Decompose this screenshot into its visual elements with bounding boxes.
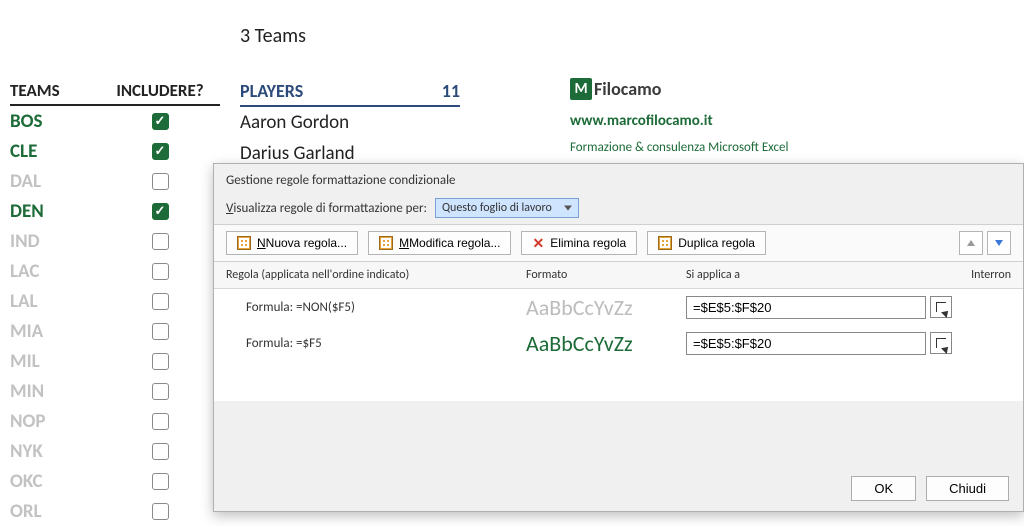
branding: M Filocamo www.marcofilocamo.it Formazio…	[570, 78, 788, 155]
ok-button[interactable]: OK	[851, 476, 916, 501]
team-name: BOS	[10, 110, 100, 133]
include-checkbox[interactable]	[152, 503, 169, 520]
include-checkbox[interactable]	[152, 113, 169, 130]
grid-icon	[237, 236, 251, 250]
range-picker-button[interactable]	[930, 332, 952, 354]
rule-formula: Formula: =$F5	[226, 336, 526, 351]
team-row: IND	[10, 226, 220, 256]
grid-icon	[658, 236, 672, 250]
rule-row[interactable]: Formula: =$F5AaBbCcYvZz	[214, 325, 1023, 361]
team-name: CLE	[10, 140, 100, 163]
chevron-down-icon	[995, 240, 1003, 246]
col-stop: Interron	[955, 268, 1011, 282]
rule-format-preview: AaBbCcYvZz	[526, 330, 686, 357]
new-rule-button[interactable]: NNuova regola...	[226, 231, 358, 255]
edit-rule-button[interactable]: MModifica regola...	[368, 231, 511, 255]
team-row: MIA	[10, 316, 220, 346]
range-picker-button[interactable]	[930, 296, 952, 318]
team-row: ORL	[10, 496, 220, 526]
team-name: IND	[10, 230, 100, 253]
show-rules-for-label: Visualizza regole di formattazione per:	[226, 201, 427, 216]
rule-format-preview: AaBbCcYvZz	[526, 294, 686, 321]
include-checkbox[interactable]	[152, 413, 169, 430]
team-name: DEN	[10, 200, 100, 223]
rules-list: Formula: =NON($F5)AaBbCcYvZzFormula: =$F…	[214, 289, 1023, 401]
x-icon: ✕	[532, 236, 544, 250]
move-down-button[interactable]	[987, 231, 1011, 255]
team-name: LAC	[10, 260, 100, 283]
team-row: LAL	[10, 286, 220, 316]
include-checkbox[interactable]	[152, 293, 169, 310]
include-checkbox[interactable]	[152, 173, 169, 190]
brand-url[interactable]: www.marcofilocamo.it	[570, 112, 788, 130]
team-row: MIN	[10, 376, 220, 406]
team-row: DEN	[10, 196, 220, 226]
grid-icon	[379, 236, 393, 250]
player-row: Aaron Gordon	[240, 107, 460, 138]
team-row: CLE	[10, 136, 220, 166]
teams-header: TEAMS	[10, 80, 100, 101]
applies-to-input[interactable]	[686, 332, 926, 355]
col-format: Formato	[526, 268, 686, 282]
logo-text: Filocamo	[594, 78, 661, 100]
include-checkbox[interactable]	[152, 383, 169, 400]
chevron-up-icon	[967, 240, 975, 246]
team-name: MIA	[10, 320, 100, 343]
cf-rules-dialog: Gestione regole formattazione condiziona…	[213, 163, 1024, 512]
team-name: MIN	[10, 380, 100, 403]
team-row: MIL	[10, 346, 220, 376]
include-checkbox[interactable]	[152, 143, 169, 160]
range-picker-icon	[936, 338, 946, 348]
scope-select[interactable]: Questo foglio di lavoro	[435, 198, 579, 218]
include-checkbox[interactable]	[152, 443, 169, 460]
duplicate-rule-button[interactable]: Duplica regola	[647, 231, 766, 255]
include-header: INCLUDERE?	[100, 80, 220, 101]
team-row: NYK	[10, 436, 220, 466]
team-name: NOP	[10, 410, 100, 433]
team-name: LAL	[10, 290, 100, 313]
logo-icon: M	[570, 78, 592, 100]
team-row: BOS	[10, 106, 220, 136]
applies-to-input[interactable]	[686, 296, 926, 319]
include-checkbox[interactable]	[152, 473, 169, 490]
teams-table: TEAMS INCLUDERE? BOS CLE DAL DEN IND LAC LAL MI…	[10, 80, 220, 526]
team-name: OKC	[10, 470, 100, 493]
team-row: OKC	[10, 466, 220, 496]
include-checkbox[interactable]	[152, 203, 169, 220]
include-checkbox[interactable]	[152, 353, 169, 370]
team-name: ORL	[10, 500, 100, 523]
include-checkbox[interactable]	[152, 233, 169, 250]
col-applies: Si applica a	[686, 268, 955, 282]
include-checkbox[interactable]	[152, 263, 169, 280]
team-row: LAC	[10, 256, 220, 286]
rule-formula: Formula: =NON($F5)	[226, 300, 526, 315]
team-name: DAL	[10, 170, 100, 193]
include-checkbox[interactable]	[152, 323, 169, 340]
team-name: MIL	[10, 350, 100, 373]
team-row: DAL	[10, 166, 220, 196]
dialog-title: Gestione regole formattazione condiziona…	[214, 164, 1023, 192]
range-picker-icon	[936, 302, 946, 312]
col-rule: Regola (applicata nell'ordine indicato)	[226, 268, 526, 282]
players-table: PLAYERS 11 Aaron GordonDarius Garland	[240, 80, 460, 169]
team-name: NYK	[10, 440, 100, 463]
delete-rule-button[interactable]: ✕ Elimina regola	[521, 231, 637, 255]
brand-tagline: Formazione & consulenza Microsoft Excel	[570, 140, 788, 155]
summary-count: 3 Teams	[240, 24, 306, 48]
rules-columns-header: Regola (applicata nell'ordine indicato) …	[214, 262, 1023, 289]
players-header: PLAYERS	[240, 80, 303, 102]
close-button[interactable]: Chiudi	[926, 476, 1009, 501]
rule-row[interactable]: Formula: =NON($F5)AaBbCcYvZz	[214, 289, 1023, 325]
move-up-button[interactable]	[959, 231, 983, 255]
team-row: NOP	[10, 406, 220, 436]
players-count: 11	[442, 80, 460, 102]
dialog-toolbar: NNuova regola... MModifica regola... ✕ E…	[214, 224, 1023, 262]
